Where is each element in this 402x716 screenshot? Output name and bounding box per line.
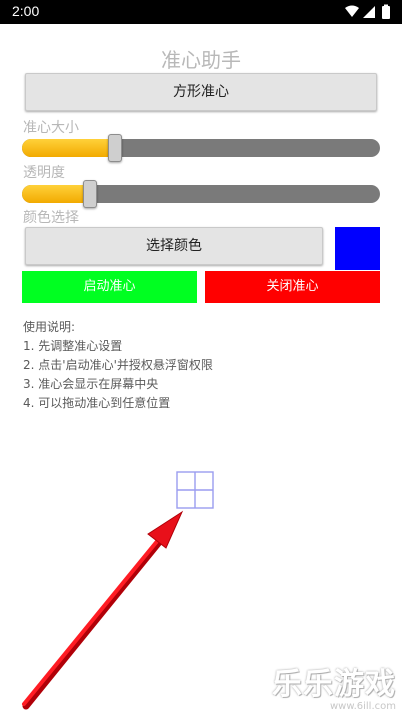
instruction-item: 2. 点击'启动准心'并授权悬浮窗权限 — [23, 358, 213, 372]
size-slider-fill — [22, 139, 116, 157]
instruction-item: 1. 先调整准心设置 — [23, 339, 123, 353]
crosshair-icon[interactable] — [176, 471, 214, 509]
battery-icon — [382, 6, 390, 19]
opacity-label: 透明度 — [23, 165, 65, 181]
status-bar: 2:00 — [0, 0, 402, 24]
stop-crosshair-button[interactable]: 关闭准心 — [205, 271, 380, 303]
instructions-heading: 使用说明: — [23, 320, 76, 334]
status-time: 2:00 — [12, 3, 40, 19]
instruction-item: 3. 准心会显示在屏幕中央 — [23, 377, 159, 391]
status-icons — [345, 4, 390, 19]
color-label: 颜色选择 — [23, 210, 79, 226]
opacity-slider-fill — [22, 185, 91, 203]
size-slider-thumb[interactable] — [108, 134, 123, 162]
watermark-logo: 乐乐游戏 — [272, 667, 396, 702]
choose-color-button[interactable]: 选择颜色 — [25, 227, 323, 265]
start-crosshair-button[interactable]: 启动准心 — [22, 271, 197, 303]
wifi-icon — [345, 5, 359, 17]
size-slider[interactable] — [22, 134, 380, 162]
color-swatch[interactable] — [335, 227, 380, 270]
opacity-slider[interactable] — [22, 180, 380, 208]
app-title: 准心助手 — [161, 48, 241, 72]
opacity-slider-thumb[interactable] — [83, 180, 98, 208]
watermark: 乐乐游戏 www.6ill.com — [272, 659, 396, 712]
size-label: 准心大小 — [23, 120, 79, 136]
instruction-item: 4. 可以拖动准心到任意位置 — [23, 396, 171, 410]
signal-icon — [363, 6, 375, 18]
instructions: 使用说明: 1. 先调整准心设置 2. 点击'启动准心'并授权悬浮窗权限 3. … — [23, 318, 213, 413]
shape-button[interactable]: 方形准心 — [25, 73, 377, 111]
